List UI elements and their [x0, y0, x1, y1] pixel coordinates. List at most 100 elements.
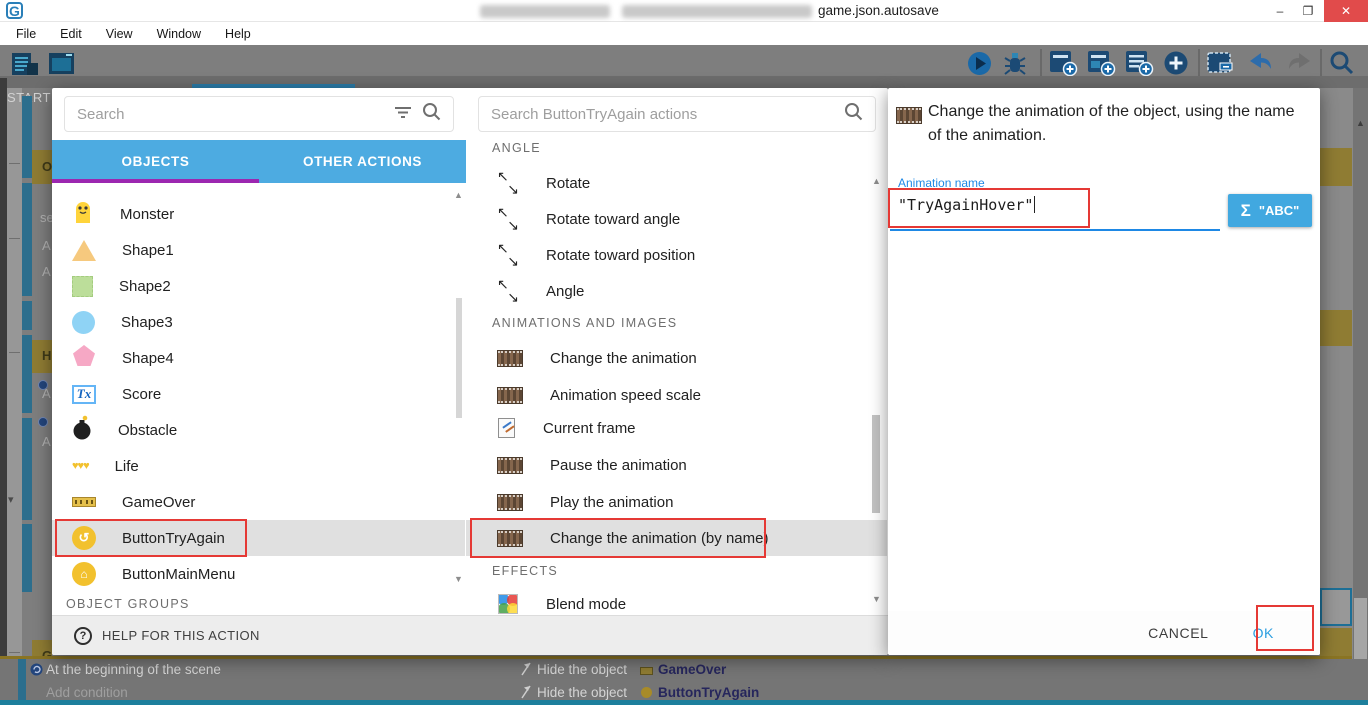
add-external-events-icon — [1124, 48, 1154, 78]
object-item-gameover[interactable]: GameOver — [52, 484, 465, 520]
action-item-play-animation[interactable]: Play the animation — [466, 484, 887, 520]
action-label: Animation speed scale — [550, 387, 701, 404]
object-item-shape2[interactable]: Shape2 — [52, 268, 465, 304]
title-bar: G game.json.autosave – ❐ ✕ — [0, 0, 1368, 22]
action-description: Change the animation of the object, usin… — [928, 100, 1312, 148]
event-text-fragment: A — [42, 434, 51, 449]
collapse-marker-icon: ▾ — [8, 493, 14, 506]
gdevelop-logo-icon: G — [6, 2, 23, 19]
gameover-mini-icon — [640, 667, 653, 675]
bomb-icon — [72, 415, 92, 446]
app-window: G game.json.autosave – ❐ ✕ File Edit Vie… — [0, 0, 1368, 705]
action-item-animation-speed[interactable]: Animation speed scale — [466, 377, 887, 413]
object-item-life[interactable]: ♥♥♥ Life — [52, 448, 465, 484]
event-indent-bar — [22, 524, 32, 592]
action-item-current-frame[interactable]: Current frame — [466, 410, 887, 446]
window-bottom-edge — [0, 700, 1368, 705]
highlight-box-buttontryagain — [55, 519, 247, 557]
play-preview-icon — [966, 48, 993, 78]
objects-search-input[interactable] — [77, 106, 384, 123]
close-button[interactable]: ✕ — [1324, 0, 1368, 22]
action-item-change-animation[interactable]: Change the animation — [466, 340, 887, 376]
filter-icon[interactable] — [394, 105, 412, 124]
scroll-up-icon[interactable]: ▲ — [454, 190, 463, 200]
square-icon — [72, 276, 93, 297]
menu-bar: File Edit View Window Help — [0, 22, 1368, 45]
events-margin-column — [7, 88, 22, 705]
blurred-project-path — [622, 5, 812, 18]
field-underline — [890, 229, 1220, 231]
event-condition: At the beginning of the scene — [46, 662, 221, 677]
expression-editor-button[interactable]: Σ "ABC" — [1228, 194, 1312, 227]
scroll-down-icon[interactable]: ▼ — [872, 594, 881, 604]
film-strip-icon — [897, 108, 921, 123]
object-item-shape4[interactable]: Shape4 — [52, 340, 465, 376]
actions-scrollbar-thumb[interactable] — [872, 415, 880, 513]
comment-block — [1320, 310, 1352, 346]
events-tick — [9, 163, 20, 164]
object-item-shape1[interactable]: Shape1 — [52, 232, 465, 268]
circle-icon — [72, 311, 95, 334]
section-header-animations: ANIMATIONS AND IMAGES — [492, 316, 677, 330]
object-label: Score — [122, 386, 161, 403]
add-scene-icon — [1048, 48, 1078, 78]
comment-block: H — [32, 340, 52, 373]
menu-view[interactable]: View — [96, 24, 143, 44]
action-item-pause-animation[interactable]: Pause the animation — [466, 447, 887, 483]
action-item-rotate-toward-position[interactable]: ↖↘ Rotate toward position — [466, 237, 887, 273]
action-parameters-panel: Change the animation of the object, usin… — [888, 88, 1320, 655]
tab-other-actions[interactable]: OTHER ACTIONS — [259, 140, 466, 183]
object-item-monster[interactable]: Monster — [52, 196, 465, 232]
object-item-obstacle[interactable]: Obstacle — [52, 412, 465, 448]
events-tick — [9, 652, 20, 653]
object-item-shape3[interactable]: Shape3 — [52, 304, 465, 340]
rotate-icon: ↖↘ — [498, 173, 518, 193]
action-label: Rotate toward position — [546, 247, 695, 264]
menu-window[interactable]: Window — [147, 24, 211, 44]
object-label: Life — [115, 458, 139, 475]
action-item-angle[interactable]: ↖↘ Angle — [466, 273, 887, 309]
action-item-rotate-toward-angle[interactable]: ↖↘ Rotate toward angle — [466, 201, 887, 237]
toolbar-separator — [1040, 49, 1042, 77]
add-external-layout-icon — [1086, 48, 1116, 78]
maximize-button[interactable]: ❐ — [1294, 0, 1322, 22]
event-action-object: GameOver — [658, 662, 726, 677]
scroll-up-icon[interactable]: ▲ — [872, 176, 881, 186]
condition-icon — [38, 380, 48, 390]
action-label: Change the animation — [550, 350, 697, 367]
actions-search-input[interactable] — [491, 106, 834, 123]
action-label: Rotate — [546, 175, 590, 192]
dialog-help-footer: ? HELP FOR THIS ACTION — [52, 615, 888, 655]
event-action-object: ButtonTryAgain — [658, 685, 759, 700]
tab-objects[interactable]: OBJECTS — [52, 140, 259, 183]
event-indent-bar — [22, 183, 32, 296]
highlight-box-animation-name — [888, 188, 1090, 228]
object-label: Shape3 — [121, 314, 173, 331]
minimize-button[interactable]: – — [1266, 0, 1294, 22]
cancel-button[interactable]: CANCEL — [1148, 625, 1208, 641]
menu-help[interactable]: Help — [215, 24, 261, 44]
help-link[interactable]: HELP FOR THIS ACTION — [102, 628, 260, 643]
expression-button-label: "ABC" — [1259, 203, 1300, 218]
sigma-icon: Σ — [1241, 201, 1251, 221]
menu-edit[interactable]: Edit — [50, 24, 92, 44]
action-label: Blend mode — [546, 596, 626, 613]
film-strip-icon — [498, 388, 522, 403]
film-strip-icon — [498, 495, 522, 510]
scroll-down-icon[interactable]: ▼ — [454, 574, 463, 584]
rotate-icon: ↖↘ — [498, 245, 518, 265]
frame-page-icon — [498, 418, 515, 438]
film-strip-icon — [498, 458, 522, 473]
menu-file[interactable]: File — [6, 24, 46, 44]
blend-mode-icon — [498, 594, 518, 614]
condition-icon — [38, 417, 48, 427]
action-item-rotate[interactable]: ↖↘ Rotate — [466, 165, 887, 201]
action-label: Angle — [546, 283, 584, 300]
object-item-buttonmainmenu[interactable]: ⌂ ButtonMainMenu — [52, 556, 465, 592]
object-item-score[interactable]: Tx Score — [52, 376, 465, 412]
debug-bug-icon — [1002, 48, 1028, 78]
events-tick — [9, 238, 20, 239]
buttontryagain-mini-icon — [641, 687, 652, 698]
window-title: game.json.autosave — [818, 3, 939, 18]
objects-scrollbar-thumb[interactable] — [456, 298, 462, 418]
